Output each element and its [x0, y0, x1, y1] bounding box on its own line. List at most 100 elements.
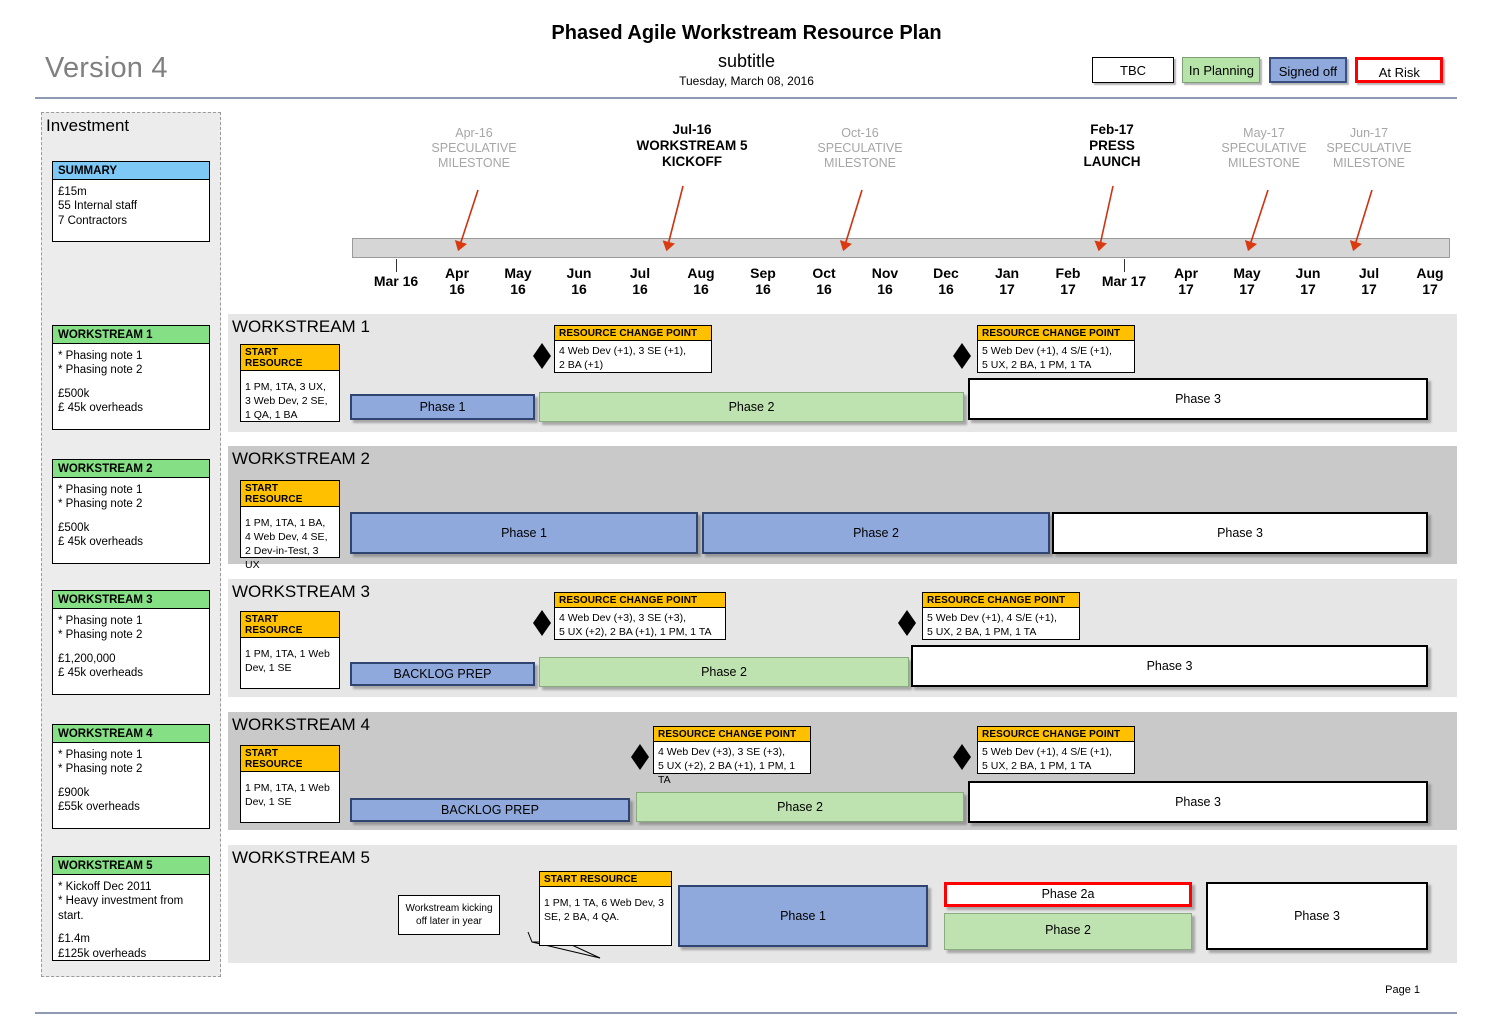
phase-bar-ws4-phase2[interactable]: Phase 2 — [636, 792, 964, 822]
resource-line: 2 BA (+1) — [559, 358, 604, 371]
phase-bar-ws4-phase3[interactable]: Phase 3 — [968, 781, 1428, 823]
page-title: Phased Agile Workstream Resource Plan — [551, 22, 942, 44]
phase-bar-ws2-phase2[interactable]: Phase 2 — [702, 512, 1050, 554]
phase-bar-label: Phase 3 — [1294, 909, 1340, 923]
start-resource-box-ws2[interactable]: START RESOURCE 1 PM, 1TA, 1 BA, 4 Web De… — [240, 480, 340, 571]
cost-line: £1,200,000 — [58, 652, 116, 665]
phase-bar-ws5-phase3[interactable]: Phase 3 — [1206, 882, 1428, 950]
resource-line: 2 Dev-in-Test, 3 UX — [245, 544, 319, 571]
phase-bar-ws3-backlog-prep[interactable]: BACKLOG PREP — [350, 662, 535, 686]
summary-card-body: £15m 55 Internal staff 7 Contractors — [53, 180, 209, 232]
phase-bar-ws3-phase2[interactable]: Phase 2 — [539, 657, 909, 687]
resource-change-box-ws1-b[interactable]: RESOURCE CHANGE POINT 5 Web Dev (+1), 4 … — [977, 325, 1135, 373]
phase-bar-ws3-phase3[interactable]: Phase 3 — [911, 645, 1428, 687]
phase-bar-label: BACKLOG PREP — [441, 803, 539, 817]
timeline-month-jun16: Jun 16 — [544, 265, 614, 297]
resource-change-body: 5 Web Dev (+1), 4 S/E (+1), 5 UX, 2 BA, … — [978, 742, 1134, 777]
phase-bar-label: Phase 1 — [501, 526, 547, 540]
legend-at-risk[interactable]: At Risk — [1355, 57, 1444, 83]
month-name: Oct — [812, 265, 836, 281]
month-name: Aug — [1416, 265, 1444, 281]
resource-change-diamond-icon — [533, 343, 551, 369]
milestone-date: Apr-16 — [455, 126, 493, 140]
resource-change-box-ws4-a[interactable]: RESOURCE CHANGE POINT 4 Web Dev (+3), 3 … — [653, 726, 811, 786]
start-resource-header: START RESOURCE — [241, 345, 339, 371]
phase-bar-label: BACKLOG PREP — [393, 667, 492, 681]
workstream-card-1[interactable]: WORKSTREAM 1 * Phasing note 1 * Phasing … — [52, 325, 210, 430]
start-resource-box-ws1[interactable]: START RESOURCE 1 PM, 1TA, 3 UX, 3 Web De… — [240, 344, 340, 422]
workstream-heading-1: WORKSTREAM 1 — [232, 317, 370, 336]
timeline-month-nov16: Nov 16 — [850, 265, 920, 297]
timeline-month-jul16: Jul 16 — [605, 265, 675, 297]
resource-change-body: 4 Web Dev (+3), 3 SE (+3), 5 UX (+2), 2 … — [654, 742, 810, 791]
resource-change-header: RESOURCE CHANGE POINT — [978, 727, 1134, 742]
milestone-line2: MILESTONE — [1332, 155, 1405, 170]
month-year: 17 — [999, 280, 1015, 297]
workstream-card-5[interactable]: WORKSTREAM 5 * Kickoff Dec 2011 * Heavy … — [52, 856, 210, 961]
resource-change-box-ws1-a[interactable]: RESOURCE CHANGE POINT 4 Web Dev (+1), 3 … — [554, 325, 712, 373]
workstream-card-4[interactable]: WORKSTREAM 4 * Phasing note 1 * Phasing … — [52, 724, 210, 829]
month-year: 17 — [1361, 280, 1377, 297]
start-resource-body: 1 PM, 1TA, 3 UX, 3 Web Dev, 2 SE, 1 QA, … — [241, 371, 339, 426]
phase-bar-ws2-phase1[interactable]: Phase 1 — [350, 512, 698, 554]
legend-signed-off[interactable]: Signed off — [1268, 57, 1347, 83]
workstream5-callout: Workstream kicking off later in year — [398, 895, 500, 935]
timeline-month-aug17: Aug 17 — [1395, 265, 1465, 297]
phase-bar-ws4-backlog-prep[interactable]: BACKLOG PREP — [350, 798, 630, 822]
workstream-heading-4: WORKSTREAM 4 — [232, 715, 370, 734]
month-name: Jun — [1295, 265, 1321, 281]
start-resource-header: START RESOURCE — [241, 612, 339, 638]
timeline-month-may16: May 16 — [483, 265, 553, 297]
phase-bar-ws5-phase2[interactable]: Phase 2 — [944, 913, 1192, 950]
phase-bar-ws5-phase1[interactable]: Phase 1 — [678, 885, 928, 947]
workstream-card-body: * Phasing note 1 * Phasing note 2 £500k … — [53, 478, 209, 554]
workstream-card-header: WORKSTREAM 2 — [53, 460, 209, 478]
workstream-card-2[interactable]: WORKSTREAM 2 * Phasing note 1 * Phasing … — [52, 459, 210, 564]
start-resource-box-ws3[interactable]: START RESOURCE 1 PM, 1TA, 1 Web Dev, 1 S… — [240, 611, 340, 689]
resource-line: 3 Web Dev, 2 SE, — [245, 394, 328, 407]
legend-tbc[interactable]: TBC — [1092, 57, 1174, 83]
resource-change-diamond-icon — [898, 610, 916, 636]
legend-in-planning[interactable]: In Planning — [1182, 57, 1261, 83]
milestone-label-apr16: Apr-16 SPECULATIVE MILESTONE — [399, 126, 549, 170]
month-year: 16 — [816, 280, 832, 297]
phase-bar-ws2-phase3[interactable]: Phase 3 — [1052, 512, 1428, 554]
workstream-card-3[interactable]: WORKSTREAM 3 * Phasing note 1 * Phasing … — [52, 590, 210, 695]
phase-bar-label: Phase 3 — [1175, 392, 1221, 406]
start-resource-box-ws5[interactable]: START RESOURCE 1 PM, 1 TA, 6 Web Dev, 3 … — [539, 871, 672, 946]
summary-card: SUMMARY £15m 55 Internal staff 7 Contrac… — [52, 161, 210, 242]
milestone-line2: KICKOFF — [662, 153, 722, 169]
resource-change-box-ws4-b[interactable]: RESOURCE CHANGE POINT 5 Web Dev (+1), 4 … — [977, 726, 1135, 774]
phase-bar-ws1-phase1[interactable]: Phase 1 — [350, 394, 535, 420]
cost-line: £ 45k overheads — [58, 667, 144, 680]
milestone-label-oct16: Oct-16 SPECULATIVE MILESTONE — [785, 126, 935, 170]
start-resource-header: START RESOURCE — [241, 746, 339, 772]
month-name: Mar 17 — [1101, 273, 1147, 289]
resource-change-body: 4 Web Dev (+1), 3 SE (+1), 2 BA (+1) — [555, 341, 711, 376]
month-name: Mar 16 — [373, 273, 419, 289]
phasing-note: * Phasing note 2 — [58, 498, 143, 511]
resource-line: SE, 2 BA, 4 QA. — [544, 910, 620, 923]
timeline-tick — [396, 259, 397, 272]
month-name: Apr — [444, 265, 470, 281]
phase-bar-label: Phase 2 — [701, 665, 747, 679]
resource-change-box-ws3-b[interactable]: RESOURCE CHANGE POINT 5 Web Dev (+1), 4 … — [922, 592, 1080, 640]
phase-bar-ws1-phase2[interactable]: Phase 2 — [539, 392, 964, 422]
month-year: 16 — [938, 280, 954, 297]
resource-change-header: RESOURCE CHANGE POINT — [555, 326, 711, 341]
month-year: 16 — [571, 280, 587, 297]
resource-change-box-ws3-a[interactable]: RESOURCE CHANGE POINT 4 Web Dev (+3), 3 … — [554, 592, 726, 640]
cost-line: £500k — [58, 387, 90, 400]
phase-bar-ws1-phase3[interactable]: Phase 3 — [968, 378, 1428, 420]
phase-bar-label: Phase 3 — [1175, 795, 1221, 809]
summary-line: 7 Contractors — [58, 214, 128, 227]
status-legend: TBC In Planning Signed off At Risk — [1092, 57, 1447, 85]
start-resource-box-ws4[interactable]: START RESOURCE 1 PM, 1TA, 1 Web Dev, 1 S… — [240, 745, 340, 823]
phase-bar-label: Phase 2 — [853, 526, 899, 540]
phase-bar-ws5-phase2a[interactable]: Phase 2a — [944, 882, 1192, 907]
cost-line: £500k — [58, 521, 90, 534]
resource-line: 5 Web Dev (+1), 4 S/E (+1), — [982, 746, 1112, 758]
